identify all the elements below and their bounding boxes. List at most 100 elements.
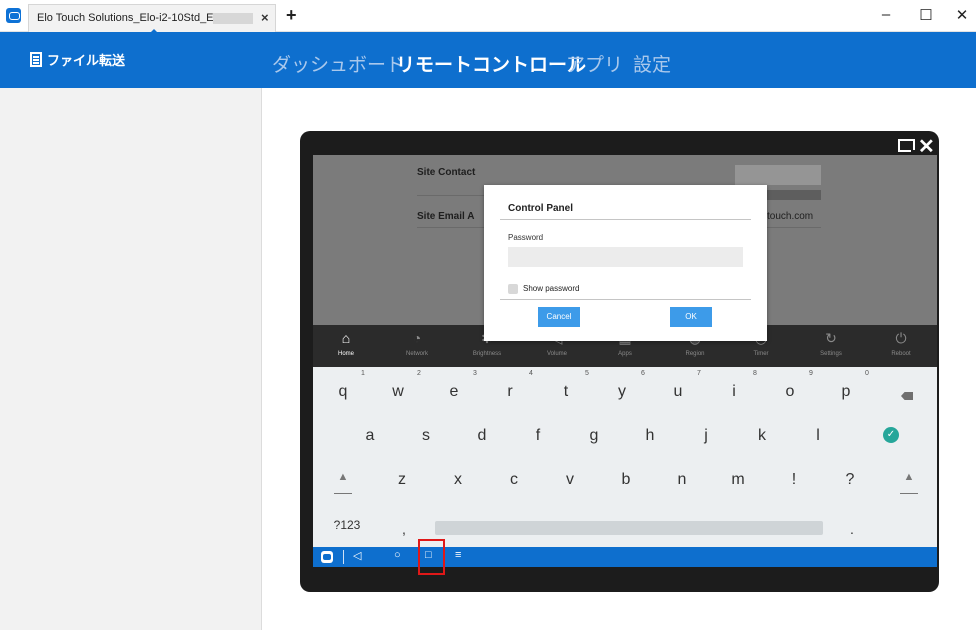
enter-check-icon[interactable]: ✓ <box>883 427 899 443</box>
tab-remote-control[interactable]: リモートコントロール <box>396 50 586 77</box>
on-screen-keyboard: 1 q 2 w 3 e 4 r 5 t 6 y 7 u 8 i 9 o 0 p … <box>313 367 937 547</box>
key-k[interactable]: k <box>747 427 777 445</box>
redacted-value <box>735 165 821 185</box>
shift-left-icon[interactable]: ▲ <box>328 471 358 483</box>
key-hint: 2 <box>417 370 421 377</box>
key-u[interactable]: u <box>663 383 693 401</box>
divider <box>500 299 751 300</box>
redacted-text <box>213 13 253 24</box>
key-hint: 6 <box>641 370 645 377</box>
back-icon[interactable]: ◁ <box>353 549 361 562</box>
tab-dashboard[interactable]: ダッシュボード <box>272 50 405 77</box>
divider <box>900 493 918 494</box>
teamviewer-logo-icon <box>6 8 21 23</box>
divider <box>343 550 344 564</box>
password-field[interactable] <box>508 247 743 267</box>
key-hint: 3 <box>473 370 477 377</box>
key-comma[interactable]: , <box>389 521 419 537</box>
key-a[interactable]: a <box>355 427 385 445</box>
tab-settings[interactable]: 設定 <box>633 50 671 77</box>
key-j[interactable]: j <box>691 427 721 445</box>
key-x[interactable]: x <box>443 471 473 489</box>
file-transfer-label: ファイル転送 <box>47 53 126 68</box>
tab-close-icon[interactable]: × <box>261 10 269 25</box>
key-c[interactable]: c <box>499 471 529 489</box>
quick-network[interactable]: ◔ Network <box>389 329 445 357</box>
home-circle-icon[interactable]: ○ <box>394 549 401 561</box>
quick-home[interactable]: ⌂ Home <box>318 329 374 357</box>
password-label: Password <box>508 233 544 242</box>
key-g[interactable]: g <box>579 427 609 445</box>
key-v[interactable]: v <box>555 471 585 489</box>
cancel-button[interactable]: Cancel <box>538 307 580 327</box>
shift-right-icon[interactable]: ▲ <box>894 471 924 483</box>
file-icon <box>30 52 42 67</box>
email-value: touch.com <box>767 211 814 222</box>
key-w[interactable]: w <box>383 383 413 401</box>
key-question[interactable]: ? <box>835 471 865 489</box>
backspace-icon[interactable] <box>901 392 913 400</box>
key-b[interactable]: b <box>611 471 641 489</box>
home-icon: ⌂ <box>341 330 351 346</box>
key-d[interactable]: d <box>467 427 497 445</box>
key-period[interactable]: . <box>837 521 867 537</box>
quick-reboot[interactable]: ⏻ Reboot <box>873 329 929 357</box>
key-n[interactable]: n <box>667 471 697 489</box>
wifi-icon: ◔ <box>412 330 422 346</box>
minimize-button[interactable]: – <box>876 6 896 23</box>
key-y[interactable]: y <box>607 383 637 401</box>
show-password-label: Show password <box>523 284 580 293</box>
highlight-box <box>418 539 445 575</box>
quick-label: Brightness <box>472 351 502 357</box>
key-hint: 0 <box>865 370 869 377</box>
key-hint: 7 <box>697 370 701 377</box>
key-hint: 8 <box>753 370 757 377</box>
quick-label: Settings <box>820 351 842 357</box>
menu-icon[interactable]: ≡ <box>455 549 461 561</box>
key-f[interactable]: f <box>523 427 553 445</box>
teamviewer-icon <box>321 551 333 563</box>
key-h[interactable]: h <box>635 427 665 445</box>
key-m[interactable]: m <box>723 471 753 489</box>
control-panel-dialog: Control Panel Password Show password Can… <box>484 185 767 341</box>
key-l[interactable]: l <box>803 427 833 445</box>
android-nav-bar: ◁ ○ □ ≡ <box>313 547 937 567</box>
quick-label: Home <box>337 351 354 357</box>
key-q[interactable]: q <box>328 383 358 401</box>
key-hint: 5 <box>585 370 589 377</box>
show-password-checkbox[interactable] <box>508 284 518 294</box>
file-transfer-button[interactable]: ファイル転送 <box>30 50 125 69</box>
key-exclamation[interactable]: ! <box>779 471 809 489</box>
key-e[interactable]: e <box>439 383 469 401</box>
quick-label: Region <box>685 351 705 357</box>
key-hint: 4 <box>529 370 533 377</box>
key-s[interactable]: s <box>411 427 441 445</box>
key-r[interactable]: r <box>495 383 525 401</box>
sidebar <box>0 88 262 630</box>
maximize-button[interactable]: ☐ <box>916 6 936 24</box>
dialog-title: Control Panel <box>508 203 574 214</box>
quick-label: Volume <box>546 351 567 357</box>
key-t[interactable]: t <box>551 383 581 401</box>
tab-apps[interactable]: アプリ <box>566 50 623 77</box>
symbols-key[interactable]: ?123 <box>327 518 367 532</box>
quick-settings[interactable]: ↻ Settings <box>803 329 859 357</box>
key-hint: 1 <box>361 370 365 377</box>
new-tab-button[interactable]: + <box>286 5 297 26</box>
ok-button[interactable]: OK <box>670 307 712 327</box>
session-tab[interactable]: Elo Touch Solutions_Elo-i2-10Std_E × <box>28 4 276 36</box>
divider <box>500 219 751 220</box>
site-email-label: Site Email A <box>417 211 475 222</box>
title-bar: Elo Touch Solutions_Elo-i2-10Std_E × + –… <box>0 0 976 36</box>
key-i[interactable]: i <box>719 383 749 401</box>
popout-icon[interactable] <box>898 139 915 152</box>
settings-icon: ↻ <box>825 330 837 346</box>
tab-title: Elo Touch Solutions_Elo-i2-10Std_E <box>37 12 214 24</box>
close-window-button[interactable]: ✕ <box>952 6 972 24</box>
key-z[interactable]: z <box>387 471 417 489</box>
spacebar[interactable] <box>435 521 823 535</box>
key-p[interactable]: p <box>831 383 861 401</box>
divider <box>334 493 352 494</box>
key-o[interactable]: o <box>775 383 805 401</box>
quick-label: Network <box>405 351 428 357</box>
